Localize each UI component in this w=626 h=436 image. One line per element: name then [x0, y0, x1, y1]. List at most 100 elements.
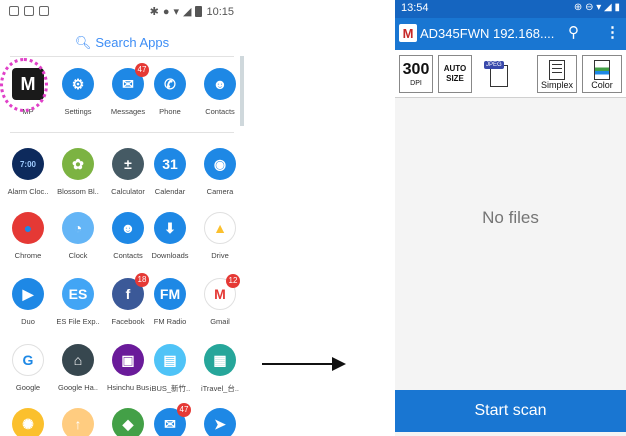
- messages-icon: ✉ 47: [154, 403, 191, 436]
- app-drawer-screen: ✱ ● ▾ ◢ 10:15 🔍︎ Search Apps M MP ⚙ Settings…: [0, 0, 244, 436]
- app-glyph: FM: [159, 286, 181, 302]
- app-glyph: ✉: [164, 415, 176, 432]
- app-label: iTravel_台..: [200, 384, 240, 393]
- bluetooth-icon: ✱: [149, 6, 159, 18]
- app-launcher-item[interactable]: G Google: [4, 344, 52, 392]
- app-label: Duo: [21, 317, 35, 326]
- app-launcher-item[interactable]: ▤ iBUS_新竹..: [146, 344, 194, 394]
- app-glyph: ±: [124, 156, 132, 172]
- app-launcher-item[interactable]: ◔ Clock: [54, 212, 102, 260]
- folder-icon: ES: [62, 278, 94, 310]
- contacts-icon: ☻: [112, 212, 144, 244]
- home-icon: ⌂: [62, 344, 94, 376]
- app-label: Messages: [110, 107, 146, 116]
- dpi-button[interactable]: 300 DPI: [399, 55, 433, 93]
- app-launcher-item[interactable]: ☻ Contacts: [104, 212, 152, 260]
- more-options-icon[interactable]: ⋮: [605, 23, 620, 41]
- app-launcher-item[interactable]: ☻ Contacts: [196, 68, 244, 116]
- gear-icon: ⚙: [62, 68, 94, 100]
- app-glyph: ●: [23, 220, 33, 236]
- app-glyph: ▤: [163, 351, 177, 368]
- app-label: Contacts: [113, 251, 143, 260]
- status-time: 10:15: [206, 5, 234, 18]
- app-launcher-item[interactable]: ± Calculator: [104, 148, 152, 196]
- app-launcher-item[interactable]: ✿ Blossom Bl..: [54, 148, 102, 196]
- app-launcher-item[interactable]: ⬇ Downloads: [146, 212, 194, 260]
- facebook-icon: f 18: [112, 273, 149, 310]
- app-glyph: M: [214, 286, 226, 302]
- app-launcher-item[interactable]: M 12 Gmail: [196, 274, 244, 326]
- app-launcher-item[interactable]: ✉ 47 Messages: [104, 63, 152, 116]
- app-launcher-item[interactable]: ES ES File Exp..: [54, 278, 102, 326]
- upload-icon: ↑: [62, 408, 94, 436]
- app-glyph: ☻: [120, 220, 136, 236]
- app-glyph: ✉: [122, 75, 134, 92]
- gmail-icon: M 12: [204, 274, 240, 310]
- app-launcher-item[interactable]: ◆: [104, 408, 152, 436]
- bus-icon: ▣: [112, 344, 144, 376]
- app-label: Downloads: [151, 251, 189, 260]
- divider: [10, 132, 234, 133]
- search-icon[interactable]: ⚲: [568, 23, 579, 41]
- app-launcher-item[interactable]: ⌂ Google Ha..: [54, 344, 102, 392]
- status-bar: 13:54 ⊕ ⊖ ▾ ◢ ▮: [395, 0, 626, 18]
- app-launcher-item[interactable]: ➤: [196, 408, 244, 436]
- bulb-icon: ✺: [12, 408, 44, 436]
- app-launcher-item[interactable]: ✉ 47: [146, 403, 194, 436]
- app-launcher-item[interactable]: ✆ Phone: [146, 68, 194, 116]
- color-button[interactable]: Color: [582, 55, 622, 93]
- drive-icon: ▲: [204, 212, 236, 244]
- notification-icons: [9, 6, 49, 16]
- app-glyph: ↑: [74, 416, 82, 432]
- ibus-icon: ▤: [154, 344, 186, 376]
- notification-icon: [9, 6, 19, 16]
- app-launcher-item[interactable]: ● Chrome: [4, 212, 52, 260]
- app-label: Calculator: [111, 187, 145, 196]
- app-launcher-item[interactable]: FM FM Radio: [146, 278, 194, 326]
- app-glyph: ES: [68, 286, 88, 302]
- dnd-icon: ●: [162, 5, 170, 18]
- app-launcher-item[interactable]: ↑: [54, 408, 102, 436]
- notification-icon: [24, 6, 34, 16]
- color-label: Color: [591, 80, 613, 90]
- simplex-button[interactable]: Simplex: [537, 55, 577, 93]
- app-launcher-item[interactable]: ▦ iTravel_台..: [196, 344, 244, 394]
- app-label: iBUS_新竹..: [149, 384, 191, 393]
- app-launcher-item[interactable]: ▶ Duo: [4, 278, 52, 326]
- app-logo: M: [399, 24, 417, 42]
- auto-size-button[interactable]: AUTO SIZE: [438, 55, 472, 93]
- app-glyph: ✿: [72, 155, 84, 172]
- color-document-icon: [594, 60, 610, 80]
- app-label: Camera: [206, 187, 234, 196]
- app-launcher-item[interactable]: 31 Calendar: [146, 148, 194, 196]
- auto-size-line1: AUTO: [443, 64, 467, 73]
- app-launcher-item[interactable]: f 18 Facebook: [104, 273, 152, 326]
- file-format-button[interactable]: JPEG: [478, 55, 516, 93]
- app-launcher-item[interactable]: ▣ Hsinchu Bus: [104, 344, 152, 392]
- messages-icon: ✉ 47: [112, 63, 149, 100]
- app-label: Blossom Bl..: [57, 187, 99, 196]
- search-apps-bar[interactable]: 🔍︎ Search Apps: [0, 30, 244, 56]
- app-glyph: ➤: [214, 415, 226, 432]
- chrome-icon: ●: [12, 212, 44, 244]
- notification-badge: 12: [226, 274, 240, 288]
- app-launcher-item[interactable]: ▲ Drive: [196, 212, 244, 260]
- app-glyph: ◔: [73, 220, 83, 236]
- document-icon: [549, 60, 565, 80]
- status-time: 13:54: [401, 2, 429, 14]
- app-launcher-item[interactable]: ⚙ Settings: [54, 68, 102, 116]
- duo-icon: ▶: [12, 278, 44, 310]
- app-launcher-item[interactable]: 7:00 Alarm Cloc..: [4, 148, 52, 196]
- app-glyph: 7:00: [19, 159, 36, 169]
- app-launcher-item[interactable]: ◉ Camera: [196, 148, 244, 196]
- device-title[interactable]: AD345FWN 192.168....: [420, 26, 554, 41]
- app-launcher-item[interactable]: ✺: [4, 408, 52, 436]
- transition-arrow: [262, 357, 346, 371]
- app-label: Settings: [64, 107, 92, 116]
- google-icon: G: [12, 344, 44, 376]
- app-label: Hsinchu Bus: [106, 383, 150, 392]
- app-label: Chrome: [14, 251, 42, 260]
- clock-icon: ◔: [62, 212, 94, 244]
- start-scan-button[interactable]: Start scan: [395, 390, 626, 432]
- scan-app-screen: 13:54 ⊕ ⊖ ▾ ◢ ▮ M AD345FWN 192.168.... ⚲…: [395, 0, 626, 436]
